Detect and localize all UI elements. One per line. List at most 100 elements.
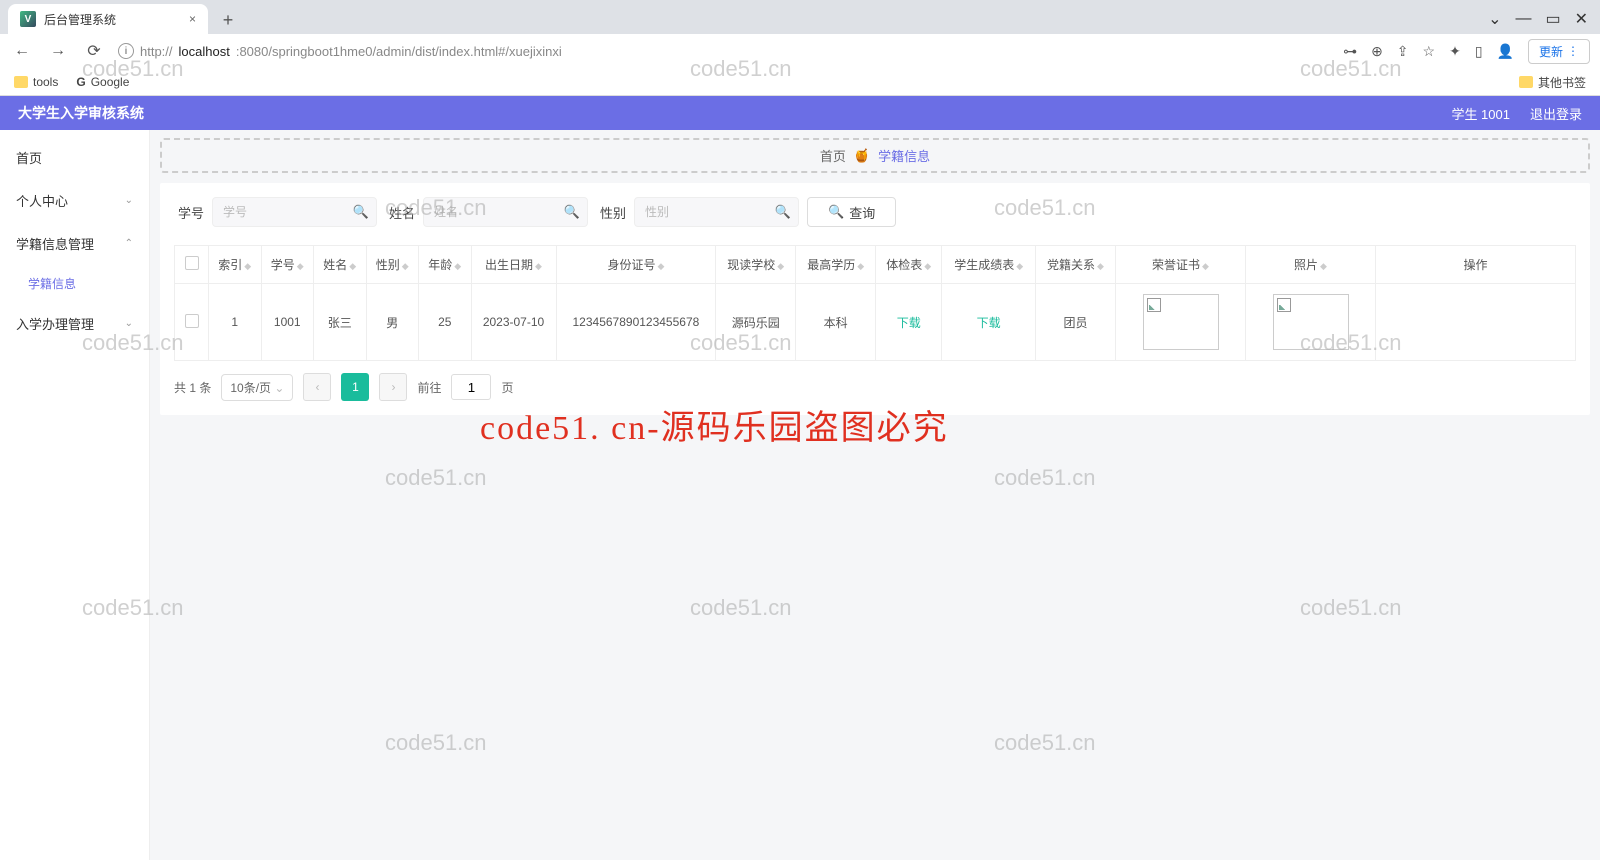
download-medical-link[interactable]: 下载 bbox=[897, 316, 921, 330]
sort-icon: ◆ bbox=[1320, 261, 1327, 271]
sidebar-item-enroll-mgmt[interactable]: 入学办理管理⌄ bbox=[0, 302, 149, 345]
folder-icon bbox=[1519, 76, 1533, 88]
sidebar-item-xueji-mgmt[interactable]: 学籍信息管理⌃ bbox=[0, 222, 149, 265]
window-controls: ⌄ — ▭ ✕ bbox=[1488, 4, 1600, 34]
pager-total: 共 1 条 bbox=[174, 379, 211, 396]
download-grades-link[interactable]: 下载 bbox=[977, 316, 1001, 330]
search-icon[interactable]: 🔍 bbox=[353, 204, 369, 220]
table-header-row: 索引◆ 学号◆ 姓名◆ 性别◆ 年龄◆ 出生日期◆ 身份证号◆ 现读学校◆ 最高… bbox=[175, 246, 1576, 284]
col-sno[interactable]: 学号◆ bbox=[261, 246, 314, 284]
main-area: 首页 🍯 学籍信息 学号 🔍 姓名 🔍 性别 🔍 🔍查询 索引 bbox=[150, 130, 1600, 860]
row-checkbox[interactable] bbox=[185, 314, 199, 328]
honor-image-placeholder[interactable] bbox=[1143, 294, 1219, 350]
col-name[interactable]: 姓名◆ bbox=[314, 246, 367, 284]
query-button[interactable]: 🔍查询 bbox=[807, 197, 896, 227]
chevron-down-icon[interactable]: ⌄ bbox=[1488, 9, 1501, 29]
breadcrumb: 首页 🍯 学籍信息 bbox=[160, 138, 1590, 173]
bookmark-bar: tools GGoogle 其他书签 bbox=[0, 68, 1600, 96]
bookmark-other[interactable]: 其他书签 bbox=[1519, 74, 1586, 91]
side-panel-icon[interactable]: ▯ bbox=[1475, 43, 1483, 60]
sidebar-item-home[interactable]: 首页 bbox=[0, 136, 149, 179]
col-edu[interactable]: 最高学历◆ bbox=[796, 246, 876, 284]
cell-edu: 本科 bbox=[796, 284, 876, 361]
site-info-icon[interactable]: i bbox=[118, 43, 134, 59]
reload-icon[interactable]: ⟳ bbox=[82, 41, 106, 61]
sort-icon: ◆ bbox=[777, 261, 784, 271]
sort-icon: ◆ bbox=[349, 261, 356, 271]
col-gender[interactable]: 性别◆ bbox=[366, 246, 419, 284]
col-idcard[interactable]: 身份证号◆ bbox=[556, 246, 716, 284]
data-table: 索引◆ 学号◆ 姓名◆ 性别◆ 年龄◆ 出生日期◆ 身份证号◆ 现读学校◆ 最高… bbox=[174, 245, 1576, 361]
gender-label: 性别 bbox=[600, 203, 626, 222]
google-icon: G bbox=[76, 75, 85, 89]
url-path: :8080/springboot1hme0/admin/dist/index.h… bbox=[236, 44, 562, 59]
col-honor[interactable]: 荣誉证书◆ bbox=[1116, 246, 1246, 284]
back-icon[interactable]: ← bbox=[10, 42, 34, 60]
browser-chrome: V 后台管理系统 × + ⌄ — ▭ ✕ ← → ⟳ i http://loca… bbox=[0, 0, 1600, 96]
share-icon[interactable]: ⇪ bbox=[1397, 43, 1409, 60]
cell-ops bbox=[1376, 284, 1576, 361]
user-label[interactable]: 学生 1001 bbox=[1451, 104, 1510, 123]
url-box[interactable]: i http://localhost:8080/springboot1hme0/… bbox=[118, 43, 1331, 59]
col-grades[interactable]: 学生成绩表◆ bbox=[942, 246, 1036, 284]
bookmark-google[interactable]: GGoogle bbox=[76, 75, 129, 89]
col-idx[interactable]: 索引◆ bbox=[209, 246, 262, 284]
breadcrumb-home[interactable]: 首页 bbox=[820, 146, 846, 165]
goto-page-input[interactable] bbox=[451, 374, 491, 400]
maximize-icon[interactable]: ▭ bbox=[1545, 9, 1560, 29]
logout-link[interactable]: 退出登录 bbox=[1530, 104, 1582, 123]
select-all-checkbox[interactable] bbox=[185, 256, 199, 270]
sidebar-item-personal[interactable]: 个人中心⌄ bbox=[0, 179, 149, 222]
app-body: 首页 个人中心⌄ 学籍信息管理⌃ 学籍信息 入学办理管理⌄ 首页 🍯 学籍信息 … bbox=[0, 130, 1600, 860]
col-party[interactable]: 党籍关系◆ bbox=[1035, 246, 1115, 284]
photo-image-placeholder[interactable] bbox=[1273, 294, 1349, 350]
broken-image-icon bbox=[1147, 298, 1161, 312]
zoom-icon[interactable]: ⊕ bbox=[1371, 43, 1383, 60]
search-icon[interactable]: 🔍 bbox=[775, 204, 791, 220]
cell-school: 源码乐园 bbox=[716, 284, 796, 361]
sidebar-item-xueji-info[interactable]: 学籍信息 bbox=[0, 265, 149, 302]
chevron-up-icon: ⌃ bbox=[125, 238, 133, 249]
cell-birth: 2023-07-10 bbox=[471, 284, 556, 361]
url-host: localhost bbox=[179, 44, 230, 59]
folder-icon bbox=[14, 76, 28, 88]
bookmark-tools[interactable]: tools bbox=[14, 75, 58, 89]
col-school[interactable]: 现读学校◆ bbox=[716, 246, 796, 284]
close-window-icon[interactable]: ✕ bbox=[1575, 9, 1588, 29]
app-title: 大学生入学审核系统 bbox=[18, 103, 144, 123]
prev-page-button[interactable]: ‹ bbox=[303, 373, 331, 401]
sort-icon: ◆ bbox=[297, 261, 304, 271]
search-icon[interactable]: 🔍 bbox=[564, 204, 580, 220]
col-ops: 操作 bbox=[1376, 246, 1576, 284]
extensions-icon[interactable]: ✦ bbox=[1449, 43, 1461, 60]
col-age[interactable]: 年龄◆ bbox=[419, 246, 472, 284]
col-birth[interactable]: 出生日期◆ bbox=[471, 246, 556, 284]
next-page-button[interactable]: › bbox=[379, 373, 407, 401]
col-photo[interactable]: 照片◆ bbox=[1246, 246, 1376, 284]
breadcrumb-icon: 🍯 bbox=[854, 148, 870, 164]
goto-label: 前往 bbox=[417, 379, 441, 396]
content-card: 学号 🔍 姓名 🔍 性别 🔍 🔍查询 索引◆ 学号◆ 姓名◆ 性别◆ bbox=[160, 183, 1590, 415]
forward-icon[interactable]: → bbox=[46, 42, 70, 60]
key-icon[interactable]: ⊶ bbox=[1343, 43, 1357, 60]
search-icon: 🔍 bbox=[828, 204, 844, 220]
table-row: 1 1001 张三 男 25 2023-07-10 12345678901234… bbox=[175, 284, 1576, 361]
sort-icon: ◆ bbox=[924, 261, 931, 271]
update-button[interactable]: 更新⋮ bbox=[1528, 39, 1590, 64]
page-size-select[interactable]: 10条/页 ⌄ bbox=[221, 374, 293, 401]
minimize-icon[interactable]: — bbox=[1515, 10, 1531, 28]
col-medical[interactable]: 体检表◆ bbox=[876, 246, 942, 284]
browser-tab[interactable]: V 后台管理系统 × bbox=[8, 4, 208, 34]
broken-image-icon bbox=[1277, 298, 1291, 312]
star-icon[interactable]: ☆ bbox=[1423, 43, 1436, 60]
vue-favicon: V bbox=[20, 11, 36, 27]
sort-icon: ◆ bbox=[535, 261, 542, 271]
chevron-down-icon: ⌄ bbox=[274, 381, 284, 395]
page-number-current[interactable]: 1 bbox=[341, 373, 369, 401]
new-tab-button[interactable]: + bbox=[214, 6, 242, 34]
close-icon[interactable]: × bbox=[189, 12, 196, 26]
breadcrumb-current: 学籍信息 bbox=[878, 146, 930, 165]
sno-label: 学号 bbox=[178, 203, 204, 222]
profile-icon[interactable]: 👤 bbox=[1497, 43, 1514, 60]
chevron-down-icon: ⌄ bbox=[125, 318, 133, 329]
